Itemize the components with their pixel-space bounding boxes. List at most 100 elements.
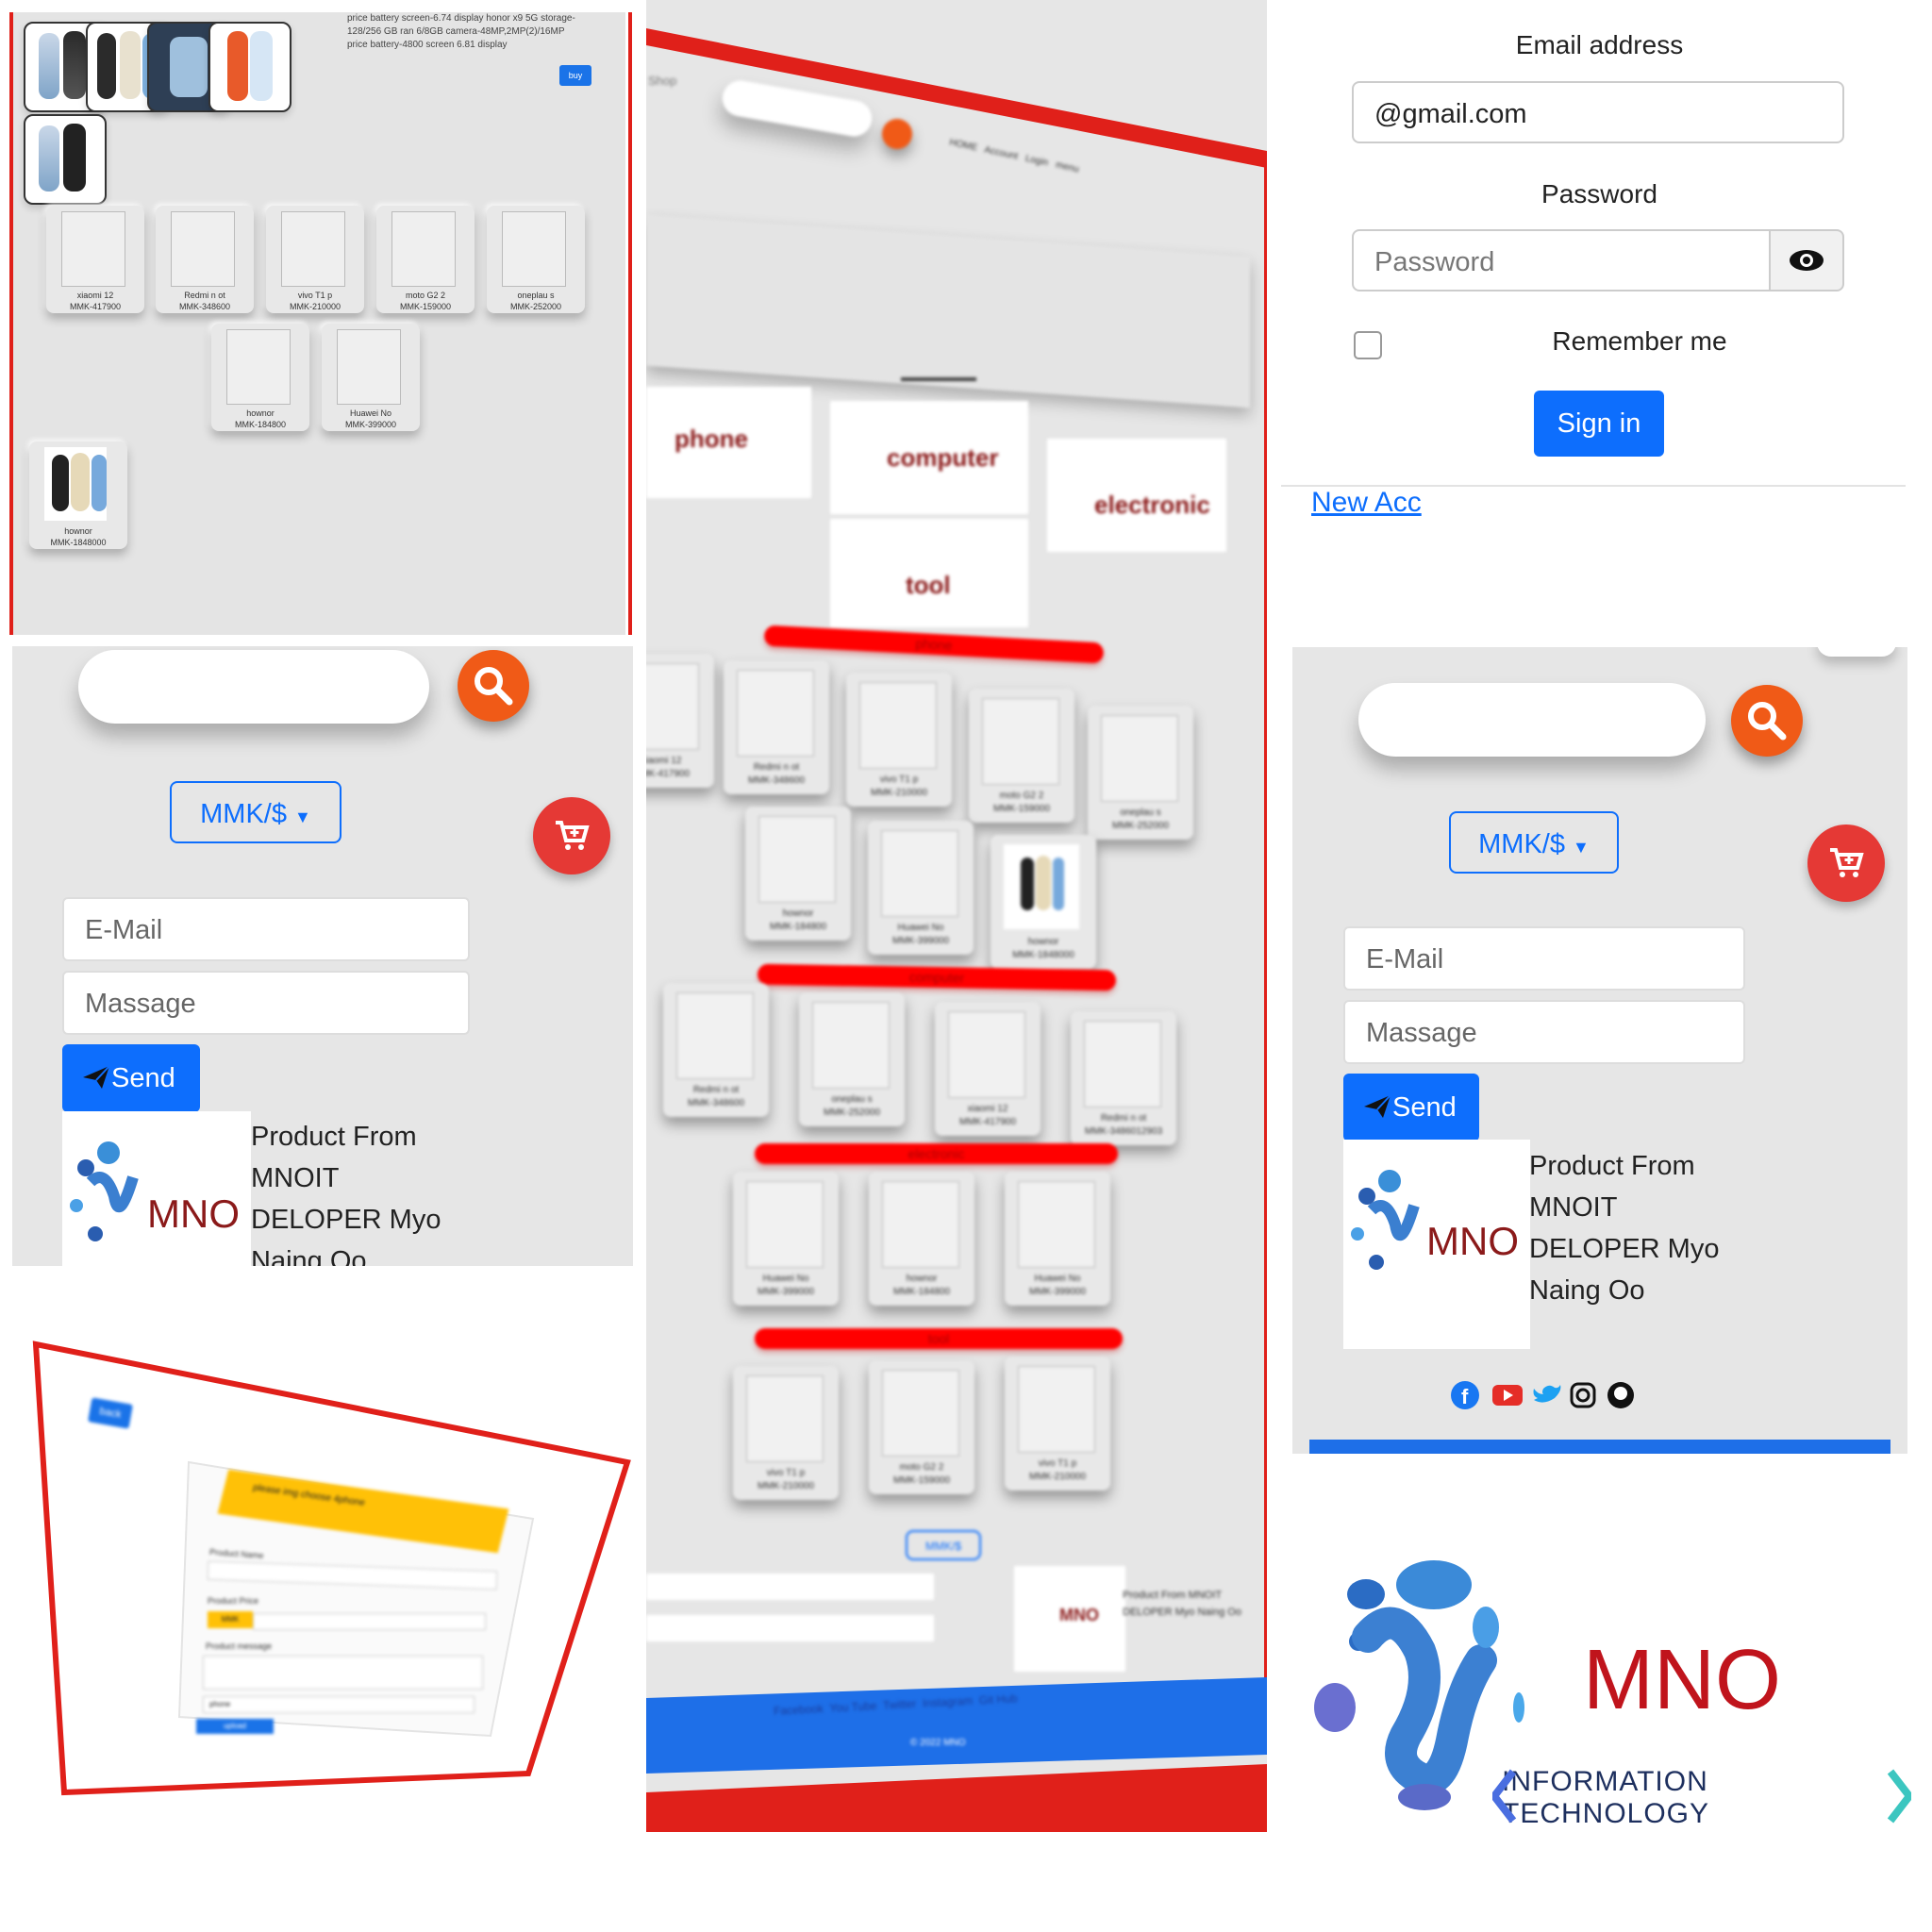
new-account-link[interactable]: New Acc [1311, 487, 1422, 519]
category-logo-tool[interactable]: tool [830, 519, 1028, 627]
shop-email-input[interactable] [646, 1574, 934, 1600]
product-message-input[interactable] [203, 1656, 483, 1690]
product-price-input[interactable] [253, 1613, 486, 1630]
carousel-indicator[interactable] [901, 377, 976, 381]
product-card[interactable]: vivo T1 p MMK-210000 [846, 673, 952, 807]
remember-checkbox[interactable] [1354, 331, 1382, 359]
product-card[interactable]: moto G2 2 MMK-159000 [869, 1360, 974, 1494]
nav-login[interactable]: Login [1024, 154, 1049, 169]
product-card[interactable]: Huawei No MMK-399000 [868, 821, 974, 955]
phone-thumbnail[interactable] [208, 22, 291, 112]
paper-plane-icon [83, 1065, 110, 1089]
product-card[interactable]: oneplau s MMK-252000 [487, 206, 585, 313]
send-button[interactable]: Send [1343, 1074, 1479, 1141]
social-icons-row: f [1451, 1381, 1634, 1409]
currency-button[interactable]: MMK [208, 1611, 253, 1628]
shop-search-input[interactable] [719, 77, 875, 140]
link-twitter[interactable]: Twitter [883, 1697, 917, 1712]
search-button[interactable] [1731, 685, 1803, 757]
product-price: MMK-252000 [509, 302, 562, 311]
email-input[interactable]: E-Mail [62, 897, 470, 961]
product-price: MMK-210000 [289, 302, 341, 311]
logo-wordmark: MNO [147, 1191, 240, 1236]
search-button[interactable] [458, 650, 529, 722]
link-facebook[interactable]: Facebook [774, 1702, 824, 1718]
shop-social-links[interactable]: Facebook You Tube Twitter Instagram Git … [774, 1691, 1018, 1718]
product-card[interactable]: xiaomi 12MMK-417900 [646, 654, 714, 788]
category-logo-computer[interactable]: computer [830, 401, 1028, 514]
product-card[interactable]: hownor MMK-1848000 [991, 835, 1096, 969]
product-from-text: Product From MNOIT DELOPER Myo Naing Oo [251, 1122, 441, 1266]
product-card[interactable]: hownor MMK-184800 [211, 324, 309, 431]
signin-button[interactable]: Sign in [1534, 391, 1664, 457]
link-instagram[interactable]: Instagram [923, 1694, 974, 1710]
product-card[interactable]: moto G2 2 MMK-159000 [969, 689, 1074, 823]
caret-down-icon: ▼ [1573, 838, 1590, 857]
product-price-label: Product Price [208, 1596, 259, 1606]
message-input[interactable]: Massage [62, 971, 470, 1035]
toggle-visibility-button[interactable] [1769, 229, 1844, 291]
shop-message-input[interactable] [646, 1615, 934, 1641]
upload-button[interactable]: upload [196, 1719, 274, 1734]
footer-bar [1309, 1440, 1890, 1454]
product-card[interactable]: vivo T1 p MMK-210000 [1005, 1357, 1110, 1491]
category-bar-tool: tool [755, 1328, 1123, 1349]
product-card[interactable]: Redmi n ot MMK-348600 [724, 660, 829, 794]
product-name: Huawei No [349, 408, 392, 418]
product-card[interactable]: hownor MMK-184800 [869, 1172, 974, 1306]
product-card[interactable]: hownor MMK-1848000 [29, 441, 127, 549]
search-icon [1748, 702, 1787, 741]
cart-button[interactable] [1807, 824, 1885, 902]
message-input[interactable]: Massage [1343, 1000, 1745, 1064]
product-card[interactable]: Redmi n ot MMK-348600 [663, 983, 769, 1117]
password-field[interactable]: Password [1352, 229, 1771, 291]
upload-frame [32, 1341, 631, 1796]
product-card[interactable]: Huawei No MMK-399000 [1005, 1172, 1110, 1306]
cart-button[interactable] [533, 797, 610, 874]
link-youtube[interactable]: You Tube [829, 1699, 877, 1715]
product-card[interactable]: oneplau s MMK-252000 [799, 992, 905, 1126]
product-card[interactable]: Huawei No MMK-399000 [322, 324, 420, 431]
nav-account[interactable]: Account [983, 144, 1019, 161]
category-logo-electronic[interactable]: electronic [1047, 439, 1226, 552]
spec-line: price battery screen-6.74 display honor … [347, 13, 575, 24]
search-input[interactable] [78, 650, 429, 724]
link-github[interactable]: Git Hub [978, 1691, 1017, 1707]
product-card[interactable]: Redmi n ot MMK-348600 [156, 206, 254, 313]
shop-copyright: © 2022 MNO [910, 1738, 966, 1748]
buy-button[interactable]: buy [559, 65, 591, 86]
email-field[interactable]: @gmail.com [1352, 81, 1844, 143]
category-select[interactable]: phone [203, 1696, 475, 1713]
product-card[interactable]: hownor MMK-184800 [745, 807, 851, 941]
phone-thumbnail[interactable] [24, 114, 107, 205]
shop-currency-select[interactable]: MMK/$ [906, 1530, 981, 1560]
shop-nav[interactable]: HOME Account Login menu [948, 138, 1079, 175]
send-button[interactable]: Send [62, 1044, 200, 1112]
shop-search-button[interactable] [882, 119, 912, 149]
search-input[interactable] [1358, 683, 1706, 757]
email-input[interactable]: E-Mail [1343, 926, 1745, 991]
nav-menu[interactable]: menu [1055, 159, 1080, 175]
currency-select[interactable]: MMK/$ ▼ [1449, 811, 1619, 874]
product-card[interactable]: vivo T1 p MMK-210000 [266, 206, 364, 313]
social-icons: f [1449, 1379, 1638, 1411]
twitter-icon [1533, 1385, 1561, 1403]
contact-panel-left: MMK/$ ▼ E-Mail Massage Send MNO Product … [12, 646, 633, 1266]
search-icon [475, 667, 513, 706]
product-card[interactable]: moto G2 2 MMK-159000 [376, 206, 475, 313]
product-card[interactable]: vivo T1 p MMK-210000 [733, 1366, 839, 1500]
email-label: Email address [1515, 30, 1684, 59]
product-price: MMK-159000 [399, 302, 452, 311]
product-card[interactable]: Huawei No MMK-399000 [733, 1172, 839, 1306]
product-card[interactable]: xiaomi 12MMK-417900 [935, 1002, 1041, 1136]
category-logo-phone[interactable]: phone [646, 387, 811, 498]
currency-select[interactable]: MMK/$ ▼ [170, 781, 341, 843]
product-card[interactable]: oneplau s MMK-252000 [1088, 706, 1193, 840]
product-price: MMK-1848000 [50, 538, 107, 547]
paper-plane-icon [1364, 1094, 1391, 1118]
nav-home[interactable]: HOME [948, 138, 978, 154]
product-name: oneplau s [517, 291, 555, 300]
product-price: MMK-348600 [178, 302, 231, 311]
product-card[interactable]: Redmi n ot MMK-3486012903 [1071, 1011, 1176, 1145]
product-card[interactable]: xiaomi 12MMK-417900 [46, 206, 144, 313]
